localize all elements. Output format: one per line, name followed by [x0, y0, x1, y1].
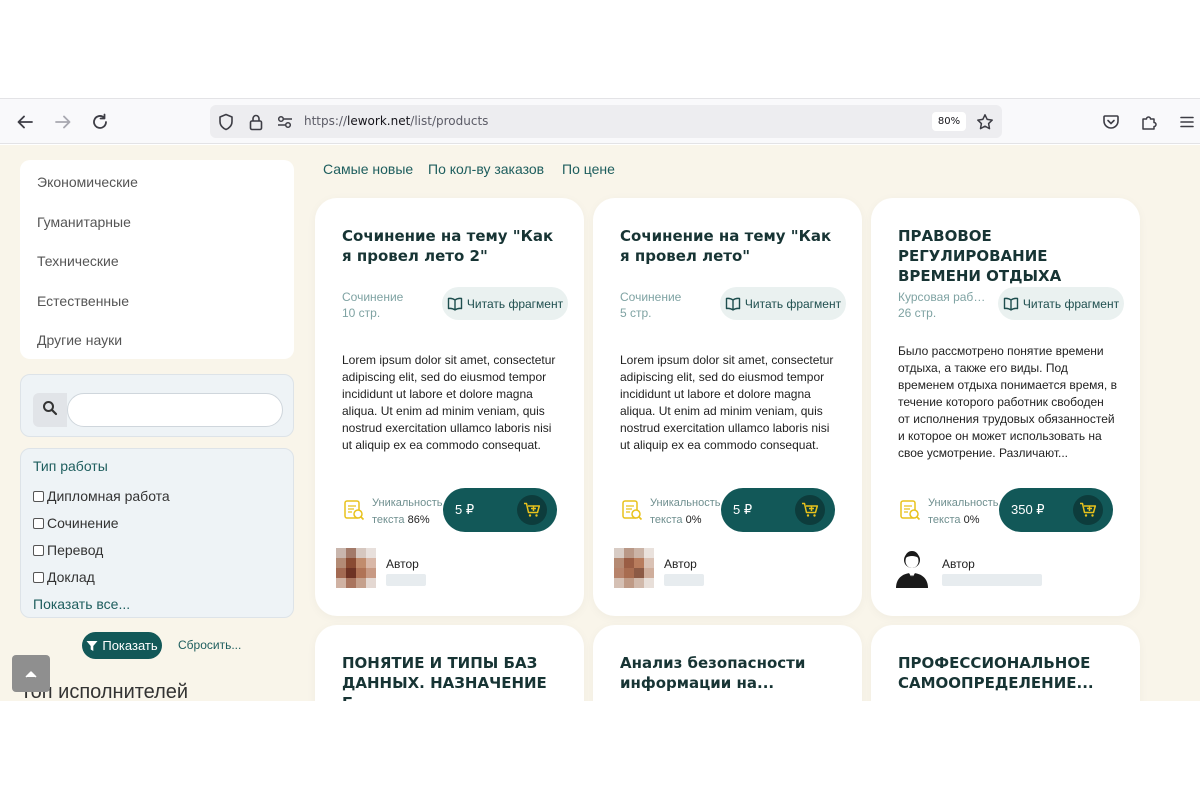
card-title[interactable]: ПОНЯТИЕ И ТИПЫ БАЗ ДАННЫХ. НАЗНАЧЕНИЕ Б.… — [342, 653, 567, 701]
uniqueness-value: 86% — [407, 514, 430, 526]
author-label: Автор — [664, 557, 697, 571]
card-title[interactable]: Сочинение на тему "Как я провел лето 2" — [342, 226, 567, 266]
price-button[interactable]: 5 ₽ — [721, 488, 835, 532]
search-input[interactable] — [67, 393, 283, 427]
scroll-to-top-button[interactable] — [12, 655, 50, 692]
url-text[interactable]: https://lework.net/list/products — [304, 114, 488, 128]
page-content: Экономические Гуманитарные Технические Е… — [0, 145, 1200, 701]
uniqueness-icon — [621, 499, 643, 521]
card-pages: 26 стр. — [898, 306, 937, 320]
lock-icon[interactable] — [245, 111, 267, 133]
checkbox[interactable] — [33, 544, 44, 556]
card-type: Курсовая работа — [898, 290, 988, 304]
avatar — [614, 548, 654, 588]
card-title[interactable]: ПРОФЕССИОНАЛЬНОЕ САМООПРЕДЕЛЕНИЕ... — [898, 653, 1123, 693]
extensions-icon[interactable] — [1136, 109, 1162, 135]
filter-option-translation[interactable]: Перевод — [33, 542, 103, 558]
author-label: Автор — [386, 557, 419, 571]
show-all-link[interactable]: Показать все... — [33, 596, 130, 612]
price: 5 ₽ — [733, 502, 753, 517]
checkbox[interactable] — [33, 571, 44, 583]
zoom-level[interactable]: 80% — [932, 112, 966, 131]
category-technical[interactable]: Технические — [37, 253, 119, 269]
permissions-icon[interactable] — [274, 111, 296, 133]
shield-icon[interactable] — [215, 111, 237, 133]
search-panel — [20, 374, 294, 437]
card-description: Lorem ipsum dolor sit amet, consectetur … — [342, 353, 556, 452]
sort-by-price[interactable]: По цене — [562, 161, 615, 177]
category-economic[interactable]: Экономические — [37, 174, 138, 190]
avatar — [892, 548, 932, 588]
card-pages: 10 стр. — [342, 306, 381, 320]
filter-option-diploma[interactable]: Дипломная работа — [33, 488, 170, 504]
author-name-redacted[interactable] — [386, 574, 426, 586]
filter-option-essay[interactable]: Сочинение — [33, 515, 119, 531]
cart-plus-icon[interactable] — [795, 495, 825, 525]
product-card[interactable]: Анализ безопасности информации на... — [593, 625, 862, 701]
uniqueness-label: Уникальность текста 86% — [372, 497, 443, 526]
price: 350 ₽ — [1011, 502, 1045, 517]
filter-icon — [86, 640, 98, 652]
cart-plus-icon[interactable] — [517, 495, 547, 525]
browser-toolbar: https://lework.net/list/products 80% — [0, 98, 1200, 144]
author-name-redacted[interactable] — [942, 574, 1042, 586]
back-arrow-icon[interactable] — [12, 109, 38, 135]
chevron-up-icon — [25, 670, 37, 678]
card-type: Сочинение — [342, 290, 404, 304]
product-card[interactable]: Сочинение на тему "Как я провел лето 2" … — [315, 198, 584, 616]
card-type: Сочинение — [620, 290, 682, 304]
uniqueness-label: Уникальность текста 0% — [928, 497, 999, 526]
author-name-redacted[interactable] — [664, 574, 704, 586]
product-card[interactable]: ПРОФЕССИОНАЛЬНОЕ САМООПРЕДЕЛЕНИЕ... — [871, 625, 1140, 701]
category-humanities[interactable]: Гуманитарные — [37, 214, 131, 230]
reload-icon[interactable] — [87, 109, 113, 135]
uniqueness-value: 0% — [685, 514, 702, 526]
read-fragment-button[interactable]: Читать фрагмент — [442, 287, 568, 320]
uniqueness-icon — [343, 499, 365, 521]
card-title[interactable]: ПРАВОВОЕ РЕГУЛИРОВАНИЕ ВРЕМЕНИ ОТДЫХА — [898, 226, 1123, 286]
uniqueness-icon — [899, 499, 921, 521]
author-label: Автор — [942, 557, 975, 571]
forward-arrow-icon[interactable] — [50, 109, 76, 135]
price: 5 ₽ — [455, 502, 475, 517]
show-button[interactable]: Показать — [82, 632, 162, 659]
product-card[interactable]: ПРАВОВОЕ РЕГУЛИРОВАНИЕ ВРЕМЕНИ ОТДЫХА Ку… — [871, 198, 1140, 616]
address-bar[interactable]: https://lework.net/list/products 80% — [210, 105, 1002, 138]
book-icon — [1003, 297, 1023, 311]
category-natural[interactable]: Естественные — [37, 293, 129, 309]
card-pages: 5 стр. — [620, 306, 652, 320]
read-fragment-button[interactable]: Читать фрагмент — [720, 287, 846, 320]
menu-icon[interactable] — [1174, 109, 1200, 135]
search-button[interactable] — [33, 393, 67, 427]
sort-newest[interactable]: Самые новые — [323, 161, 413, 177]
product-card[interactable]: Сочинение на тему "Как я провел лето" Со… — [593, 198, 862, 616]
checkbox[interactable] — [33, 517, 44, 529]
work-type-filter: Тип работы Дипломная работа Сочинение Пе… — [20, 448, 294, 618]
avatar — [336, 548, 376, 588]
search-icon — [42, 400, 58, 421]
cart-plus-icon[interactable] — [1073, 495, 1103, 525]
price-button[interactable]: 5 ₽ — [443, 488, 557, 532]
uniqueness-label: Уникальность текста 0% — [650, 497, 721, 526]
checkbox[interactable] — [33, 490, 44, 502]
price-button[interactable]: 350 ₽ — [999, 488, 1113, 532]
star-icon[interactable] — [974, 111, 996, 133]
card-title[interactable]: Анализ безопасности информации на... — [620, 653, 845, 693]
filter-title: Тип работы — [33, 458, 108, 474]
book-icon — [447, 297, 467, 311]
product-card[interactable]: ПОНЯТИЕ И ТИПЫ БАЗ ДАННЫХ. НАЗНАЧЕНИЕ Б.… — [315, 625, 584, 701]
book-icon — [725, 297, 745, 311]
category-other[interactable]: Другие науки — [37, 332, 122, 348]
uniqueness-value: 0% — [963, 514, 980, 526]
card-title[interactable]: Сочинение на тему "Как я провел лето" — [620, 226, 845, 266]
filter-option-report[interactable]: Доклад — [33, 569, 95, 585]
sort-by-orders[interactable]: По кол-ву заказов — [428, 161, 544, 177]
reset-link[interactable]: Сбросить... — [178, 638, 241, 652]
card-description: Lorem ipsum dolor sit amet, consectetur … — [620, 353, 834, 452]
card-description: Было рассмотрено понятие времени отдыха,… — [898, 344, 1117, 460]
read-fragment-button[interactable]: Читать фрагмент — [998, 287, 1124, 320]
category-list: Экономические Гуманитарные Технические Е… — [20, 160, 294, 359]
pocket-icon[interactable] — [1098, 109, 1124, 135]
